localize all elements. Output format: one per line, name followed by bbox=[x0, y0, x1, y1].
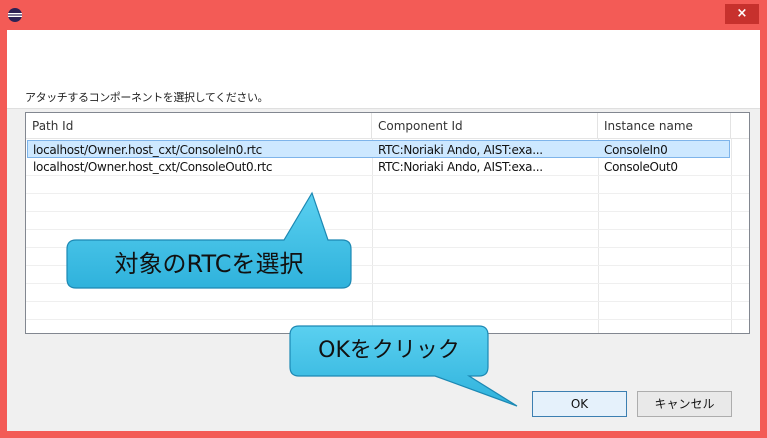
callout-select-rtc-text: 対象のRTCを選択 bbox=[114, 250, 304, 278]
cell-instance-name: ConsoleOut0 bbox=[604, 160, 678, 174]
ok-button[interactable]: OK bbox=[532, 391, 627, 417]
cell-instance-name: ConsoleIn0 bbox=[604, 143, 668, 157]
grid-line bbox=[26, 301, 749, 302]
callout-select-rtc: 対象のRTCを選択 bbox=[62, 190, 360, 292]
column-divider bbox=[731, 139, 732, 333]
cell-path-id: localhost/Owner.host_cxt/ConsoleIn0.rtc bbox=[33, 143, 262, 157]
column-header-filler bbox=[731, 113, 749, 139]
cancel-button[interactable]: キャンセル bbox=[637, 391, 732, 417]
title-bar[interactable]: × bbox=[0, 0, 767, 30]
column-header-path-id[interactable]: Path Id bbox=[26, 113, 372, 139]
cell-component-id: RTC:Noriaki Ando, AIST:exa... bbox=[378, 160, 543, 174]
eclipse-icon bbox=[8, 8, 22, 22]
table-row[interactable]: localhost/Owner.host_cxt/ConsoleIn0.rtc … bbox=[27, 140, 730, 158]
close-button[interactable]: × bbox=[725, 4, 759, 24]
grid-line bbox=[26, 319, 749, 320]
column-header-component-id[interactable]: Component Id bbox=[372, 113, 598, 139]
callout-click-ok-text: OKをクリック bbox=[318, 338, 460, 363]
dialog-prompt: アタッチするコンポーネントを選択してください。 bbox=[25, 91, 269, 104]
cell-component-id: RTC:Noriaki Ando, AIST:exa... bbox=[378, 143, 543, 157]
table-row[interactable]: localhost/Owner.host_cxt/ConsoleOut0.rtc… bbox=[27, 158, 730, 176]
cell-path-id: localhost/Owner.host_cxt/ConsoleOut0.rtc bbox=[33, 160, 273, 174]
column-header-instance-name[interactable]: Instance name bbox=[598, 113, 731, 139]
callout-click-ok: OKをクリック bbox=[285, 322, 525, 410]
